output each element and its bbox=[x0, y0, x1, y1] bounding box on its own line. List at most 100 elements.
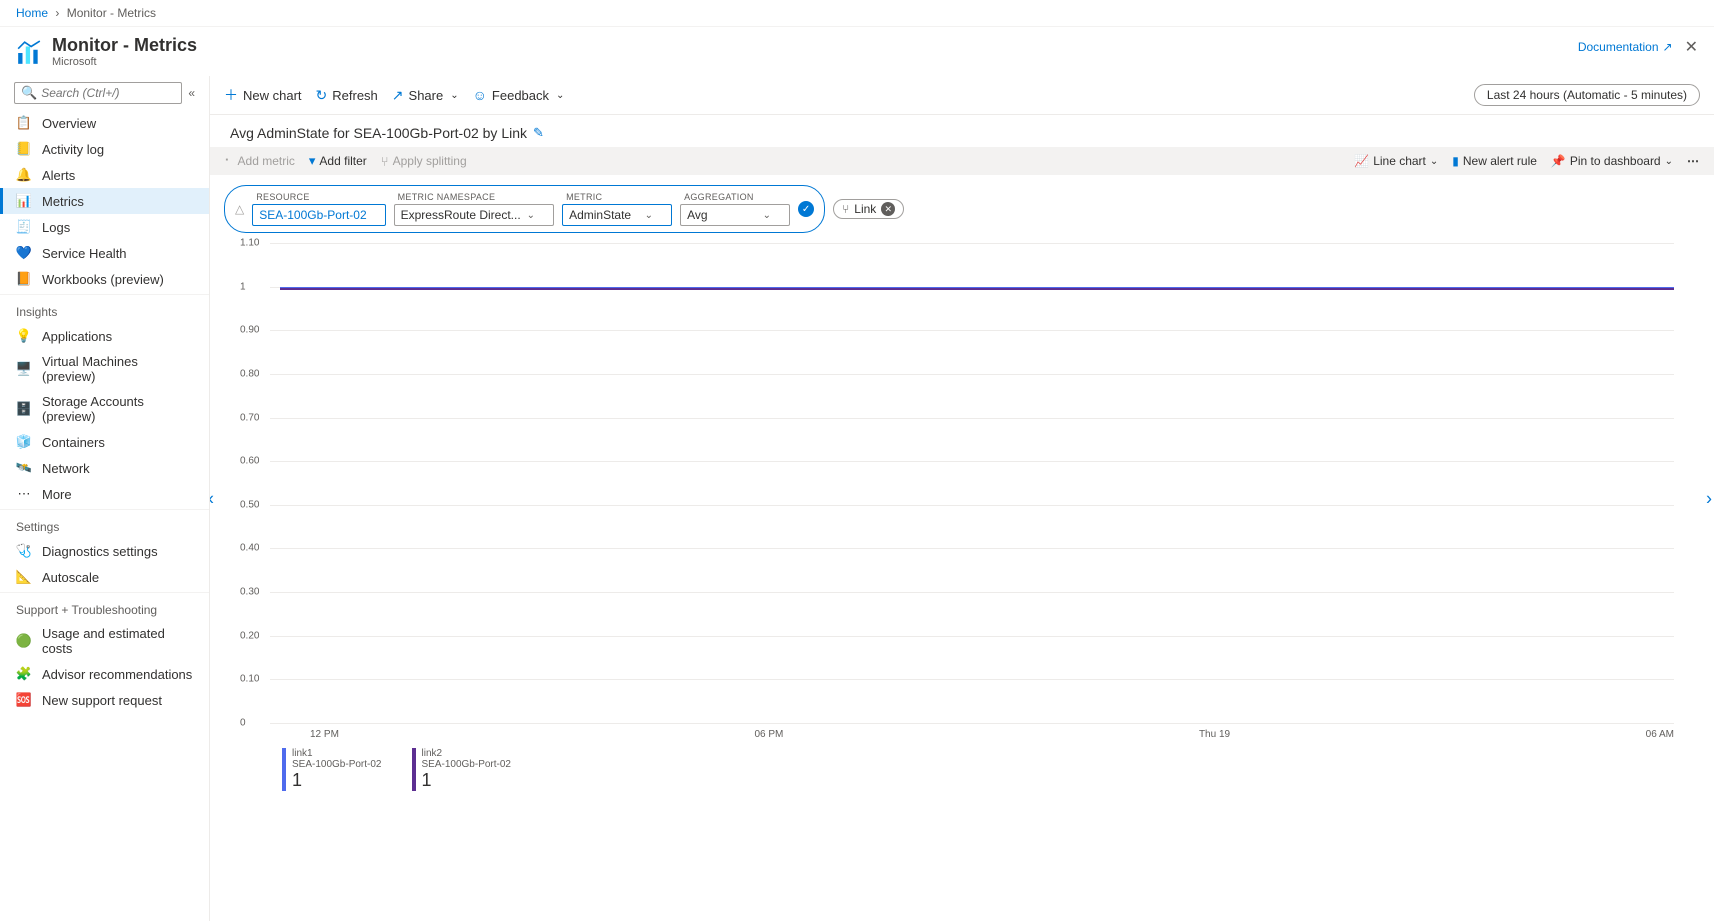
y-tick-label: 0.10 bbox=[240, 674, 259, 685]
gridline bbox=[270, 636, 1674, 637]
y-tick-label: 0.80 bbox=[240, 368, 259, 379]
aggregation-label: AGGREGATION bbox=[680, 192, 790, 202]
sidebar-item-autoscale[interactable]: 📐 Autoscale bbox=[0, 564, 209, 590]
edit-title-icon[interactable]: ✎ bbox=[533, 125, 544, 141]
search-input-wrap[interactable]: 🔍 bbox=[14, 82, 182, 104]
sidebar-item-overview[interactable]: 📋Overview bbox=[0, 110, 209, 136]
sidebar-item-alerts[interactable]: 🔔Alerts bbox=[0, 162, 209, 188]
gridline bbox=[270, 679, 1674, 680]
plus-icon: ＋ bbox=[224, 85, 238, 105]
more-options-button[interactable]: ⋯ bbox=[1687, 154, 1700, 168]
search-input[interactable] bbox=[41, 86, 175, 100]
split-by-pill[interactable]: ⑂ Link ✕ bbox=[833, 199, 904, 219]
sidebar-item-diagnostics-settings[interactable]: 🩺Diagnostics settings bbox=[0, 538, 209, 564]
nav-icon: 🆘 bbox=[16, 692, 32, 708]
sidebar-item-applications[interactable]: 💡Applications bbox=[0, 323, 209, 349]
nav-label: Service Health bbox=[42, 246, 127, 261]
sidebar-item-more[interactable]: ⋯More bbox=[0, 481, 209, 507]
nav-label: Virtual Machines (preview) bbox=[42, 354, 193, 384]
next-chart-chevron[interactable]: › bbox=[1706, 488, 1712, 509]
alert-icon: ▮ bbox=[1452, 154, 1459, 168]
gridline bbox=[270, 461, 1674, 462]
nav-label: Autoscale bbox=[42, 570, 99, 585]
y-tick-label: 0.50 bbox=[240, 499, 259, 510]
aggregation-selector[interactable]: Avg⌄ bbox=[680, 204, 790, 226]
nav-icon: 🔔 bbox=[16, 167, 32, 183]
gridline bbox=[270, 723, 1674, 724]
legend-item-link1[interactable]: link1SEA-100Gb-Port-021 bbox=[282, 748, 382, 791]
y-tick-label: 0.60 bbox=[240, 456, 259, 467]
nav-label: Storage Accounts (preview) bbox=[42, 394, 193, 424]
add-metric-button[interactable]: ⠂Add metric bbox=[224, 153, 295, 169]
documentation-link[interactable]: Documentation ↗ bbox=[1578, 40, 1673, 54]
metric-label: METRIC bbox=[562, 192, 672, 202]
legend-series-name: link2 bbox=[422, 748, 512, 759]
gridline bbox=[270, 548, 1674, 549]
y-tick-label: 0.90 bbox=[240, 325, 259, 336]
page-subtitle: Microsoft bbox=[52, 56, 197, 68]
add-filter-button[interactable]: ▾Add filter bbox=[309, 153, 367, 169]
nav-icon: 🗄️ bbox=[16, 401, 32, 417]
sidebar-item-containers[interactable]: 🧊Containers bbox=[0, 429, 209, 455]
remove-split-icon[interactable]: ✕ bbox=[881, 202, 895, 216]
new-alert-rule-button[interactable]: ▮New alert rule bbox=[1452, 154, 1537, 168]
sidebar-item-storage-accounts-preview-[interactable]: 🗄️ Storage Accounts (preview) bbox=[0, 389, 209, 429]
y-tick-label: 0.30 bbox=[240, 587, 259, 598]
nav-icon: 📐 bbox=[16, 569, 32, 585]
sidebar-item-usage-and-estimated-costs[interactable]: 🟢Usage and estimated costs bbox=[0, 621, 209, 661]
chart-grid: 1.1010.900.800.700.600.500.400.300.200.1… bbox=[270, 243, 1674, 723]
sidebar-item-activity-log[interactable]: 📒Activity log bbox=[0, 136, 209, 162]
x-axis: 12 PM06 PMThu 1906 AM bbox=[310, 723, 1674, 740]
x-tick-label: 12 PM bbox=[310, 729, 339, 740]
chart-type-selector[interactable]: 📈Line chart⌄ bbox=[1354, 154, 1438, 168]
legend-item-link2[interactable]: link2SEA-100Gb-Port-021 bbox=[412, 748, 512, 791]
chart-legend: link1SEA-100Gb-Port-021link2SEA-100Gb-Po… bbox=[240, 740, 1684, 803]
new-chart-button[interactable]: ＋New chart bbox=[224, 85, 302, 105]
section-support: Support + Troubleshooting bbox=[0, 592, 209, 621]
close-icon[interactable]: ✕ bbox=[1685, 37, 1698, 57]
sidebar-item-workbooks-preview-[interactable]: 📙Workbooks (preview) bbox=[0, 266, 209, 292]
nav-label: Logs bbox=[42, 220, 70, 235]
gridline bbox=[270, 418, 1674, 419]
nav-icon: 🧊 bbox=[16, 434, 32, 450]
prev-chart-chevron[interactable]: ‹ bbox=[210, 488, 214, 509]
sidebar-item-advisor-recommendations[interactable]: 🧩 Advisor recommendations bbox=[0, 661, 209, 687]
search-icon: 🔍 bbox=[21, 85, 37, 101]
pin-to-dashboard-button[interactable]: 📌Pin to dashboard⌄ bbox=[1551, 154, 1673, 168]
sidebar-item-logs[interactable]: 🧾Logs bbox=[0, 214, 209, 240]
feedback-button[interactable]: ☺Feedback⌄ bbox=[473, 87, 565, 103]
legend-series-resource: SEA-100Gb-Port-02 bbox=[292, 759, 382, 770]
nav-icon: 🖥️ bbox=[16, 361, 32, 377]
sidebar: 🔍 « 📋Overview📒Activity log🔔Alerts📊Metric… bbox=[0, 76, 210, 921]
y-tick-label: 0 bbox=[240, 718, 246, 729]
gridline bbox=[270, 592, 1674, 593]
nav-icon: 📒 bbox=[16, 141, 32, 157]
sidebar-item-new-support-request[interactable]: 🆘New support request bbox=[0, 687, 209, 713]
split-icon: ⑂ bbox=[381, 154, 389, 169]
legend-series-name: link1 bbox=[292, 748, 382, 759]
nav-label: Advisor recommendations bbox=[42, 667, 192, 682]
legend-series-value: 1 bbox=[292, 770, 382, 791]
legend-series-value: 1 bbox=[422, 770, 512, 791]
share-button[interactable]: ↗Share⌄ bbox=[392, 87, 459, 104]
smiley-icon: ☺ bbox=[473, 87, 487, 103]
nav-icon: 📋 bbox=[16, 115, 32, 131]
sidebar-item-network[interactable]: 🛰️Network bbox=[0, 455, 209, 481]
gridline bbox=[270, 243, 1674, 244]
sidebar-item-metrics[interactable]: 📊Metrics bbox=[0, 188, 209, 214]
refresh-button[interactable]: ↻Refresh bbox=[316, 87, 378, 104]
collapse-sidebar-icon[interactable]: « bbox=[188, 86, 195, 100]
namespace-selector[interactable]: ExpressRoute Direct...⌄ bbox=[394, 204, 554, 226]
gridline bbox=[270, 505, 1674, 506]
query-capsule: △ RESOURCE SEA-100Gb-Port-02 METRIC NAME… bbox=[224, 185, 825, 233]
time-range-selector[interactable]: Last 24 hours (Automatic - 5 minutes) bbox=[1474, 84, 1700, 106]
sidebar-item-service-health[interactable]: 💙Service Health bbox=[0, 240, 209, 266]
nav-icon: 🩺 bbox=[16, 543, 32, 559]
sidebar-item-virtual-machines-preview-[interactable]: 🖥️ Virtual Machines (preview) bbox=[0, 349, 209, 389]
nav-icon: 🧩 bbox=[16, 666, 32, 682]
nav-icon: 📊 bbox=[16, 193, 32, 209]
metric-selector[interactable]: AdminState⌄ bbox=[562, 204, 672, 226]
resource-selector[interactable]: SEA-100Gb-Port-02 bbox=[252, 204, 385, 226]
apply-splitting-button[interactable]: ⑂Apply splitting bbox=[381, 154, 467, 169]
breadcrumb-home[interactable]: Home bbox=[16, 6, 48, 20]
